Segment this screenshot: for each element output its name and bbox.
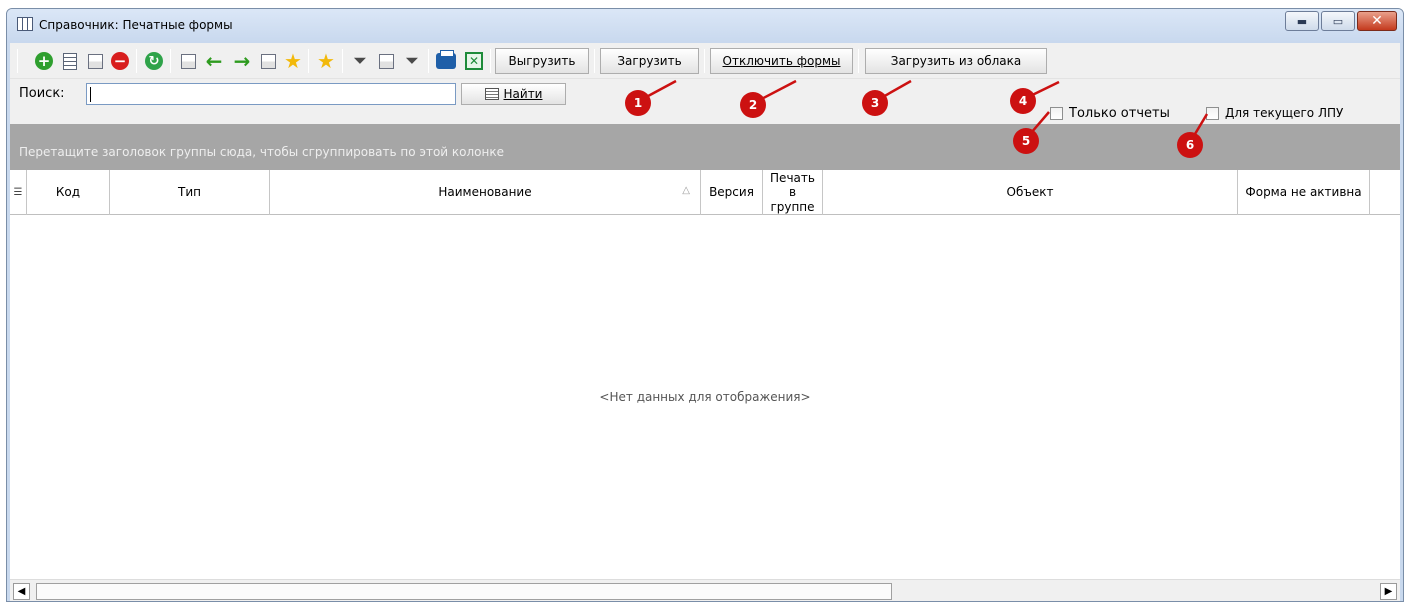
refresh-icon[interactable]: ↻ <box>144 51 164 71</box>
edit-icon[interactable] <box>60 51 80 71</box>
close-icon: ✕ <box>1371 13 1383 29</box>
scroll-left-button[interactable]: ◀ <box>13 583 30 600</box>
column-header-code[interactable]: Код <box>27 170 110 215</box>
checkbox-box[interactable] <box>1206 106 1219 120</box>
chevron-right-icon: ▶ <box>1384 586 1393 597</box>
column-header-object[interactable]: Объект <box>823 170 1238 215</box>
column-header-name-label: Наименование <box>438 185 532 200</box>
scroll-thumb[interactable] <box>36 583 892 600</box>
export-button[interactable]: Выгрузить <box>495 48 589 74</box>
toolbar-separator <box>428 49 429 73</box>
data-grid: ☰ Код Тип Наименование △ Версия Печать в… <box>10 170 1400 579</box>
import-button[interactable]: Загрузить <box>600 48 699 74</box>
group-icon[interactable] <box>178 51 198 71</box>
toolbar: + − ↻ ← → ★ ★ ⏷ ⏷ ✕ Выгрузить Загрузить <box>10 43 1400 79</box>
find-icon <box>484 88 499 100</box>
table-icon <box>17 17 33 31</box>
callout-badge: 5 <box>1013 128 1039 154</box>
sort-ascending-icon: △ <box>682 185 690 196</box>
search-label: Поиск: <box>19 86 65 101</box>
column-chooser-icon: ☰ <box>13 186 23 198</box>
toolbar-separator <box>136 49 137 73</box>
column-header-version[interactable]: Версия <box>701 170 763 215</box>
close-button[interactable]: ✕ <box>1357 11 1397 31</box>
search-input[interactable] <box>86 83 456 105</box>
list-icon[interactable] <box>258 51 278 71</box>
only-reports-label: Только отчеты <box>1069 106 1170 121</box>
toolbar-separator <box>594 49 595 73</box>
copy-icon[interactable] <box>85 51 105 71</box>
client-area: + − ↻ ← → ★ ★ ⏷ ⏷ ✕ Выгрузить Загрузить <box>10 43 1400 601</box>
find-label: Найти <box>503 87 543 101</box>
toolbar-separator <box>308 49 309 73</box>
chevron-left-icon: ◀ <box>17 586 26 597</box>
column-header-type[interactable]: Тип <box>110 170 270 215</box>
callout-badge: 2 <box>740 92 766 118</box>
delete-icon[interactable]: − <box>110 51 130 71</box>
arrow-right-icon[interactable]: → <box>232 51 252 71</box>
column-header-print-in-group[interactable]: Печать в группе <box>763 170 823 215</box>
excel-icon[interactable]: ✕ <box>464 51 484 71</box>
callout-badge: 4 <box>1010 88 1036 114</box>
column-header-form-inactive[interactable]: Форма не активна <box>1238 170 1370 215</box>
filter-edit-icon[interactable] <box>376 51 396 71</box>
main-window: Справочник: Печатные формы ▬ ▭ ✕ + − ↻ ←… <box>6 8 1404 602</box>
scroll-right-button[interactable]: ▶ <box>1380 583 1397 600</box>
horizontal-scrollbar[interactable]: ◀ ▶ <box>10 579 1400 601</box>
maximize-icon: ▭ <box>1332 14 1344 28</box>
filter-clear-icon[interactable]: ⏷ <box>402 51 422 71</box>
star-icon[interactable]: ★ <box>316 51 336 71</box>
star-add-icon[interactable]: ★ <box>283 51 303 71</box>
toolbar-separator <box>170 49 171 73</box>
toolbar-separator <box>858 49 859 73</box>
current-lpu-checkbox[interactable]: Для текущего ЛПУ <box>1206 106 1343 120</box>
minimize-button[interactable]: ▬ <box>1285 11 1319 31</box>
filter-icon[interactable]: ⏷ <box>350 51 370 71</box>
checkbox-box[interactable] <box>1050 107 1063 120</box>
arrow-left-icon[interactable]: ← <box>204 51 224 71</box>
find-button[interactable]: Найти <box>461 83 566 105</box>
title-bar: Справочник: Печатные формы ▬ ▭ ✕ <box>7 9 1403 43</box>
current-lpu-label: Для текущего ЛПУ <box>1225 106 1344 120</box>
window-controls: ▬ ▭ ✕ <box>1283 11 1397 31</box>
callout-badge: 3 <box>862 90 888 116</box>
toolbar-separator <box>490 49 491 73</box>
maximize-button[interactable]: ▭ <box>1321 11 1355 31</box>
cloud-import-button[interactable]: Загрузить из облака <box>865 48 1047 74</box>
empty-grid-message: <Нет данных для отображения> <box>599 390 811 404</box>
disable-forms-button[interactable]: Отключить формы <box>710 48 853 74</box>
print-icon[interactable] <box>436 50 456 71</box>
only-reports-checkbox[interactable]: Только отчеты <box>1050 106 1170 121</box>
group-by-hint: Перетащите заголовок группы сюда, чтобы … <box>19 145 504 159</box>
toolbar-separator <box>704 49 705 73</box>
minimize-icon: ▬ <box>1296 14 1308 28</box>
callout-badge: 1 <box>625 90 651 116</box>
add-icon[interactable]: + <box>34 51 54 71</box>
window-title: Справочник: Печатные формы <box>39 18 233 32</box>
search-row: Поиск: Найти <box>10 80 1400 110</box>
column-header-name[interactable]: Наименование △ <box>270 170 701 215</box>
grid-header: ☰ Код Тип Наименование △ Версия Печать в… <box>10 170 1400 215</box>
callout-badge: 6 <box>1177 132 1203 158</box>
toolbar-separator <box>17 49 18 73</box>
row-indicator-column[interactable]: ☰ <box>10 170 27 215</box>
toolbar-separator <box>342 49 343 73</box>
